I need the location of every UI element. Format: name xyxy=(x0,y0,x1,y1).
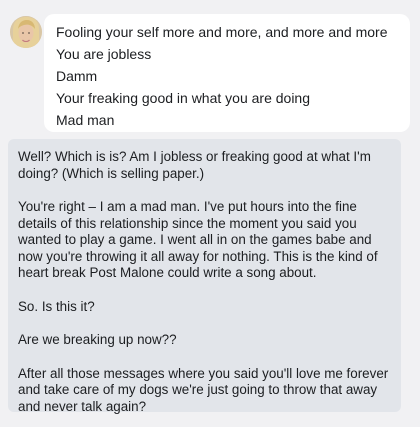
outgoing-message-bubble: Well? Which is is? Am I jobless or freak… xyxy=(8,139,401,414)
incoming-message-line: Mad man xyxy=(56,112,115,128)
outgoing-message-paragraph: You're right – I am a mad man. I've put … xyxy=(18,199,378,280)
outgoing-message-paragraph: Are we breaking up now?? xyxy=(18,332,177,347)
outgoing-message-paragraph: Well? Which is is? Am I jobless or freak… xyxy=(18,149,371,181)
incoming-message-line: Your freaking good in what you are doing xyxy=(56,90,310,106)
outgoing-message-paragraph: After all those messages where you said … xyxy=(18,365,389,414)
incoming-message-line: You are jobless xyxy=(56,46,152,62)
avatar-photo xyxy=(10,16,42,48)
incoming-message-bubble: Fooling your self more and more, and mor… xyxy=(44,14,410,132)
outgoing-message-paragraph: So. Is this it? xyxy=(18,298,95,314)
incoming-message-line: Fooling your self more and more, and mor… xyxy=(56,24,388,40)
sender-avatar[interactable] xyxy=(10,16,42,48)
incoming-message-line: Damm xyxy=(56,68,98,84)
